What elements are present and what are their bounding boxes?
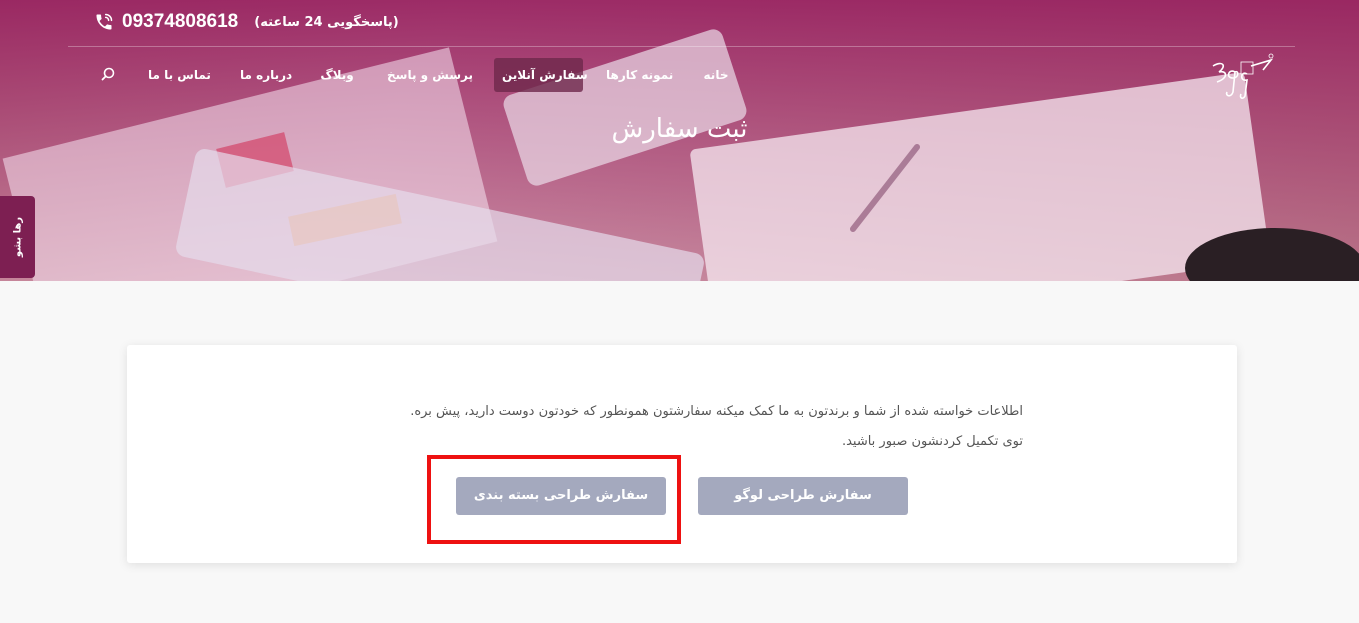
- brand-logo[interactable]: [1205, 52, 1275, 102]
- phone-ringing-icon: [96, 13, 113, 30]
- order-card: اطلاعات خواسته شده از شما و برندتون به م…: [127, 345, 1237, 563]
- description-line-2: توی تکمیل کردنشون صبور باشید.: [841, 434, 1023, 449]
- highlight-box: [427, 455, 681, 544]
- nav-item-about[interactable]: درباره ما: [240, 58, 292, 92]
- side-tab[interactable]: رها بشو: [0, 196, 35, 278]
- nav-item-online-order[interactable]: سفارش آنلاین: [494, 58, 588, 92]
- nav-item-blog[interactable]: وبلاگ: [318, 58, 356, 92]
- main-nav: خانه نمونه کارها سفارش آنلاین پرسش و پاس…: [0, 58, 1359, 92]
- nav-item-portfolio[interactable]: نمونه کارها: [606, 58, 673, 92]
- side-tab-label: رها بشو: [12, 216, 23, 258]
- nav-item-contact[interactable]: تماس با ما: [148, 58, 211, 92]
- hero-notebook-decoration: [689, 71, 1271, 281]
- phone-number: 09374808618: [122, 11, 239, 32]
- nav-item-faq[interactable]: پرسش و پاسخ: [387, 58, 473, 92]
- phone-note: (پاسخگویی 24 ساعته): [254, 14, 399, 30]
- nav-item-home[interactable]: خانه: [700, 58, 732, 92]
- order-logo-design-button[interactable]: سفارش طراحی لوگو: [698, 477, 908, 515]
- phone-contact[interactable]: 09374808618 (پاسخگویی 24 ساعته): [94, 10, 399, 34]
- header-divider: [68, 46, 1295, 47]
- description-line-1: اطلاعات خواسته شده از شما و برندتون به م…: [410, 404, 1023, 419]
- order-description: اطلاعات خواسته شده از شما و برندتون به م…: [303, 397, 1023, 457]
- page-title: ثبت سفارش: [611, 114, 748, 144]
